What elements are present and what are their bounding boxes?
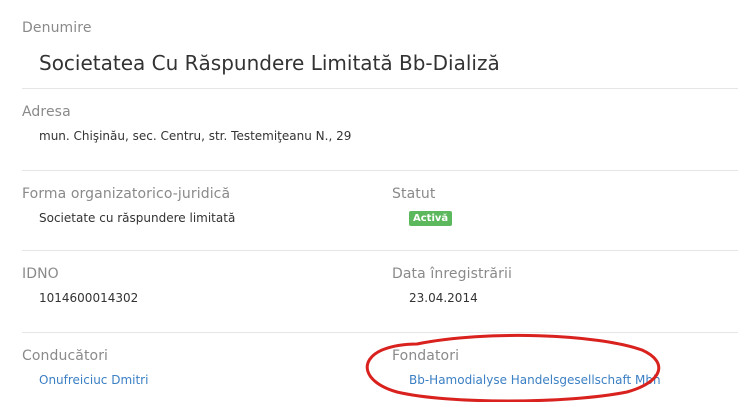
data-inregistrarii-label: Data înregistrării [392,266,512,282]
divider [22,250,738,251]
conducatori-label: Conducători [22,348,109,364]
divider [22,88,738,89]
conducator-link[interactable]: Onufreiciuc Dmitri [39,373,148,387]
status-badge: Activă [409,211,453,226]
adresa-value: mun. Chişinău, sec. Centru, str. Testemi… [39,129,352,143]
data-inregistrarii-value: 23.04.2014 [409,291,478,305]
adresa-label: Adresa [22,104,71,120]
statut-label: Statut [392,186,436,202]
company-name: Societatea Cu Răspundere Limitată Bb-Dia… [39,51,500,75]
denumire-label: Denumire [22,20,92,36]
divider [22,170,738,171]
highlight-oval-annotation [365,333,661,402]
company-details-panel: Denumire Societatea Cu Răspundere Limita… [0,0,740,403]
forma-label: Forma organizatorico-juridică [22,186,231,202]
idno-label: IDNO [22,266,59,282]
forma-value: Societate cu răspundere limitată [39,211,236,225]
oval-stroke [365,333,661,402]
idno-value: 1014600014302 [39,291,139,305]
